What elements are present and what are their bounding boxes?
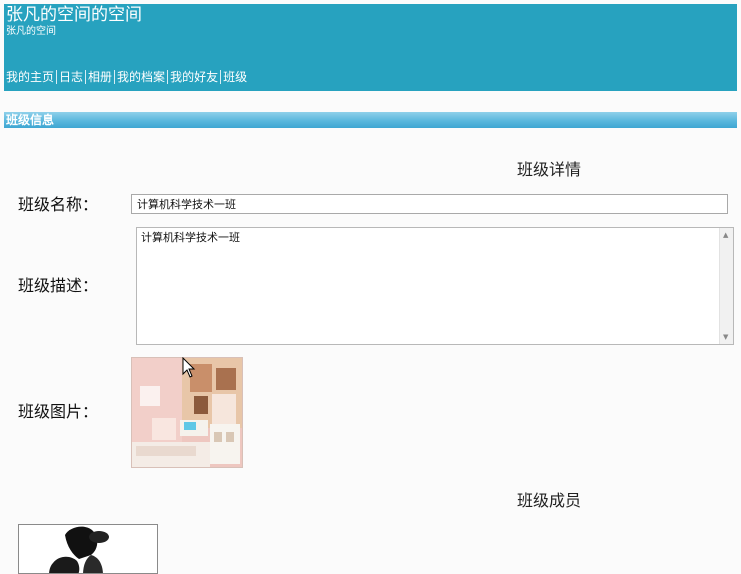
main-nav: 我的主页 日志 相册 我的档案 我的好友 班级 bbox=[5, 66, 248, 88]
scroll-up-arrow-icon[interactable]: ▲ bbox=[723, 231, 728, 239]
description-scrollbar[interactable]: ▲ ▼ bbox=[719, 228, 733, 344]
class-description-textarea[interactable]: 计算机科学技术一班 ▲ ▼ bbox=[136, 227, 734, 345]
section-title: 班级信息 bbox=[6, 113, 55, 127]
class-image-label: 班级图片： bbox=[18, 402, 99, 421]
class-members-heading: 班级成员 bbox=[517, 491, 582, 510]
class-description-text: 计算机科学技术一班 bbox=[141, 231, 240, 244]
site-header: 张凡的空间的空间 张凡的空间 我的主页 日志 相册 我的档案 我的好友 班级 bbox=[4, 4, 737, 91]
nav-class[interactable]: 班级 bbox=[222, 69, 248, 85]
nav-separator bbox=[220, 70, 222, 84]
nav-separator bbox=[114, 70, 116, 84]
nav-separator bbox=[167, 70, 169, 84]
nav-separator bbox=[56, 70, 58, 84]
class-description-label: 班级描述： bbox=[18, 276, 99, 295]
class-name-label: 班级名称： bbox=[18, 195, 99, 214]
site-subtitle: 张凡的空间 bbox=[6, 26, 56, 37]
nav-blog[interactable]: 日志 bbox=[58, 69, 84, 85]
member-photo[interactable] bbox=[18, 524, 158, 574]
class-name-input[interactable] bbox=[131, 194, 728, 214]
nav-separator bbox=[85, 70, 87, 84]
nav-album[interactable]: 相册 bbox=[87, 69, 113, 85]
site-title: 张凡的空间的空间 bbox=[6, 5, 142, 25]
nav-friends[interactable]: 我的好友 bbox=[169, 69, 219, 85]
section-bar: 班级信息 bbox=[4, 112, 737, 128]
scroll-down-arrow-icon[interactable]: ▼ bbox=[723, 333, 728, 341]
nav-home[interactable]: 我的主页 bbox=[5, 69, 55, 85]
mouse-pointer-icon bbox=[182, 356, 196, 379]
nav-profile[interactable]: 我的档案 bbox=[116, 69, 166, 85]
class-details-heading: 班级详情 bbox=[517, 160, 582, 179]
